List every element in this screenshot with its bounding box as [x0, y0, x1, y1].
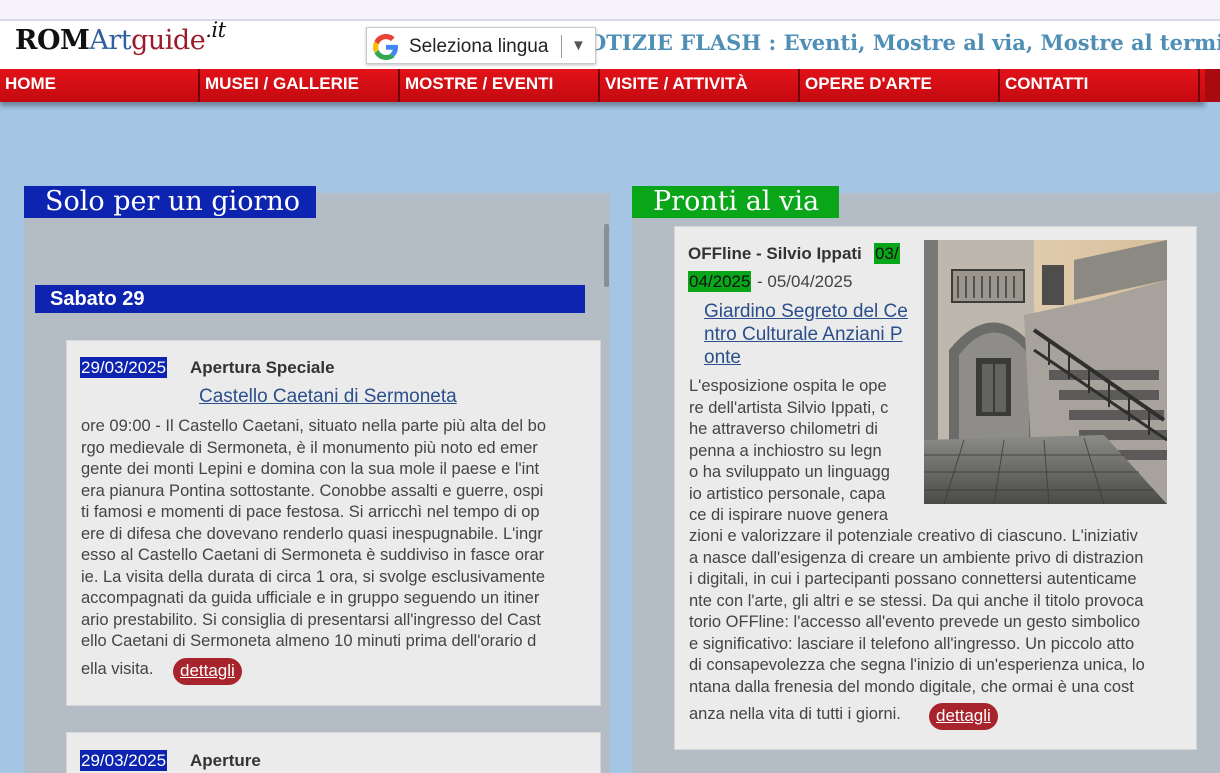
description-line: anza nella vita di tutti i giorni. — [689, 705, 901, 723]
description-line: era pianura Pontina sottostante. Conobbe… — [81, 481, 544, 500]
language-divider — [561, 35, 562, 58]
event-date: 29/03/2025 — [80, 357, 168, 378]
description-line: he attraverso chilometri di — [689, 420, 878, 438]
description-line: rgo medievale di Sermoneta, è il monumen… — [81, 438, 538, 457]
language-label: Seleziona lingua — [409, 36, 549, 57]
description-line: io artistico personale, capa — [689, 484, 886, 503]
logo-guide: guide — [131, 25, 206, 56]
description-line: ello Caetani di Sermoneta almeno 10 minu… — [81, 632, 537, 650]
event-date: 29/03/2025 — [80, 750, 168, 771]
description-line: o ha sviluppato un linguagg — [689, 463, 890, 481]
logo-rom: ROM — [15, 25, 90, 56]
description-line: ore 09:00 - Il Castello Caetani, situato… — [81, 417, 547, 435]
language-selector[interactable]: Seleziona lingua ▼ — [366, 27, 596, 64]
description-line: gente dei monti Lepini e domina con la s… — [81, 460, 540, 478]
description-line: a nasce dall'esigenza di creare un ambie… — [689, 548, 1144, 567]
description-line: i digitali, in cui i partecipanti possan… — [689, 570, 1137, 588]
nav-mostre-eventi[interactable]: MOSTRE / EVENTI — [400, 69, 600, 102]
courtyard-drawing-image — [924, 240, 1167, 504]
description-line: e significativo: lasciare il telefono al… — [689, 634, 1135, 653]
description-line: torio OFFline: l'accesso all'evento prev… — [689, 613, 1141, 631]
description-line: nte con l'arte, gli altri e se stessi. D… — [689, 591, 1144, 610]
nav-home[interactable]: HOME — [0, 69, 200, 102]
nav-edge — [1205, 69, 1220, 102]
logo-tld: .it — [205, 18, 226, 42]
description-line: ere di difesa che dovevano renderlo quas… — [81, 524, 543, 543]
google-g-icon — [373, 34, 398, 60]
details-button[interactable]: dettagli — [173, 658, 242, 685]
chevron-down-icon: ▼ — [571, 37, 586, 54]
exhibition-title: OFFline - Silvio Ippati — [688, 244, 862, 263]
nav-visite-attivita[interactable]: VISITE / ATTIVITÀ — [600, 69, 800, 102]
site-header: ROMArtguide.it OTIZIE FLASH : Eventi, Mo… — [0, 18, 1220, 69]
event-link[interactable]: Castello Caetani di Sermoneta — [199, 386, 457, 408]
description-line: accompagnati da guida ufficiale e in gru… — [81, 589, 540, 607]
nav-contatti[interactable]: CONTATTI — [1000, 69, 1200, 102]
exhibition-start-date-cont: 04/2025 — [688, 271, 752, 292]
right-column-title: Pronti al via — [632, 186, 839, 218]
description-line: ie. La visita della durata di circa 1 or… — [81, 567, 546, 586]
main-nav: HOME MUSEI / GALLERIE MOSTRE / EVENTI VI… — [0, 69, 1205, 102]
event-type: Aperture — [190, 751, 261, 770]
nav-opere-darte[interactable]: OPERE D'ARTE — [800, 69, 1000, 102]
description-line: ti famosi e momenti di pace festosa. Si … — [81, 503, 540, 521]
description-line: ella visita. — [81, 659, 154, 678]
description-line: ce di ispirare nuove genera — [689, 506, 889, 524]
description-line: re dell'artista Silvio Ippati, c — [689, 398, 889, 417]
description-line: ario prestabilito. Si consiglia di prese… — [81, 610, 541, 629]
nav-musei-gallerie[interactable]: MUSEI / GALLERIE — [200, 69, 400, 102]
exhibition-start-date: 03/ — [874, 243, 900, 264]
left-column-title: Solo per un giorno — [24, 186, 316, 218]
description-line: di consapevolezza che segna l'inizio di … — [689, 656, 1145, 674]
top-strip — [0, 0, 1220, 21]
description-line: L'esposizione ospita le ope — [689, 377, 887, 395]
description-line: zioni e valorizzare il potenziale creati… — [689, 527, 1138, 545]
description-line: penna a inchiostro su legn — [689, 441, 882, 460]
description-line: ntana dalla frenesia del mondo digitale,… — [689, 677, 1134, 696]
venue-link[interactable]: Giardino Segreto del Ce — [704, 301, 908, 323]
venue-link[interactable]: onte — [704, 347, 741, 369]
site-logo[interactable]: ROMArtguide.it — [15, 18, 226, 56]
event-type: Apertura Speciale — [190, 358, 335, 377]
description-line: esso al Castello Caetani di Sermoneta è … — [81, 546, 545, 564]
exhibition-artwork-image[interactable] — [924, 240, 1167, 504]
logo-art: Art — [89, 25, 132, 56]
details-button[interactable]: dettagli — [929, 703, 998, 730]
day-heading: Sabato 29 — [35, 285, 585, 313]
venue-link[interactable]: ntro Culturale Anziani P — [704, 324, 903, 346]
news-flash-ticker[interactable]: OTIZIE FLASH : Eventi, Mostre al via, Mo… — [588, 30, 1220, 55]
scrollbar-thumb[interactable] — [604, 224, 609, 287]
exhibition-end-date: - 05/04/2025 — [757, 272, 853, 291]
